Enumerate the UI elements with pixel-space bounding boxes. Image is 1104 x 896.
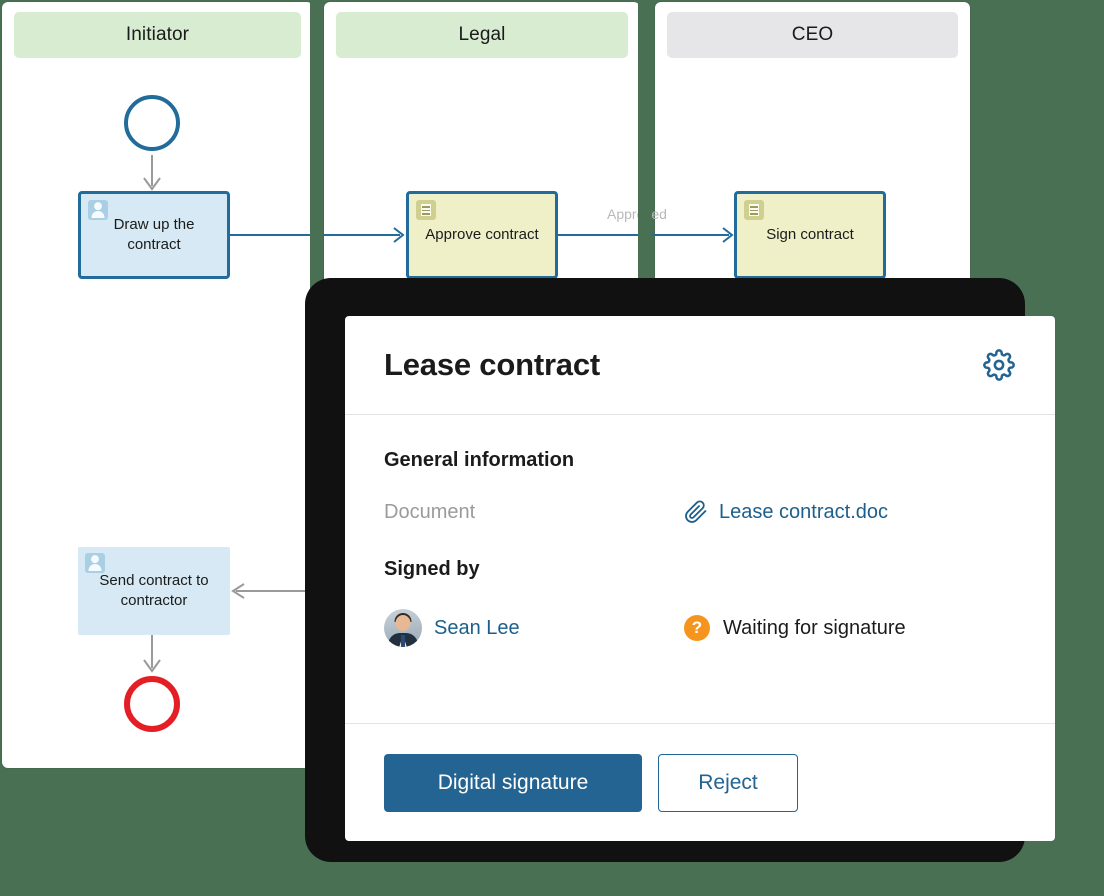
question-badge-icon: ? — [684, 615, 710, 641]
section-heading-general-information: General information — [384, 449, 575, 471]
avatar — [384, 609, 422, 647]
signer-name-link[interactable]: Sean Lee — [434, 617, 520, 640]
signature-status: Waiting for signature — [723, 616, 906, 639]
task-draw-up-the-contract[interactable]: Draw up the contract — [78, 191, 230, 279]
paperclip-icon — [684, 500, 708, 524]
task-send-contract-to-contractor[interactable]: Send contract to contractor — [78, 547, 230, 635]
dialog-title: Lease contract — [384, 347, 601, 382]
document-icon — [744, 200, 764, 220]
start-event[interactable] — [124, 95, 180, 151]
document-file-link[interactable]: Lease contract.doc — [719, 501, 888, 524]
gear-icon[interactable] — [981, 347, 1017, 383]
end-event[interactable] — [124, 676, 180, 732]
flow-label-approved: Approved — [607, 206, 667, 222]
task-label: Send contract to contractor — [99, 572, 209, 609]
row-signer: Sean Lee ? Waiting for signature — [384, 609, 1016, 647]
document-label: Document — [384, 500, 476, 523]
document-icon — [416, 200, 436, 220]
reject-button[interactable]: Reject — [658, 753, 798, 812]
task-label: Approve contract — [425, 226, 539, 243]
task-approve-contract[interactable]: Approve contract — [406, 191, 558, 279]
dialog-footer: Digital signature Reject — [345, 723, 1055, 841]
task-label: Draw up the contract — [113, 216, 195, 253]
section-heading-signed-by: Signed by — [384, 558, 480, 580]
user-icon — [88, 200, 108, 220]
task-sign-contract[interactable]: Sign contract — [734, 191, 886, 279]
dialog-header: Lease contract — [345, 316, 1055, 415]
user-icon — [85, 553, 105, 573]
lease-contract-dialog: Lease contract General information Docum… — [345, 316, 1055, 841]
digital-signature-button[interactable]: Digital signature — [384, 753, 642, 812]
task-label: Sign contract — [766, 226, 854, 243]
dialog-body: General information Document Lease contr… — [345, 415, 1055, 723]
row-document: Document Lease contract.doc — [384, 500, 1016, 524]
canvas: Initiator Legal CEO Draw up the contract — [0, 0, 1104, 896]
